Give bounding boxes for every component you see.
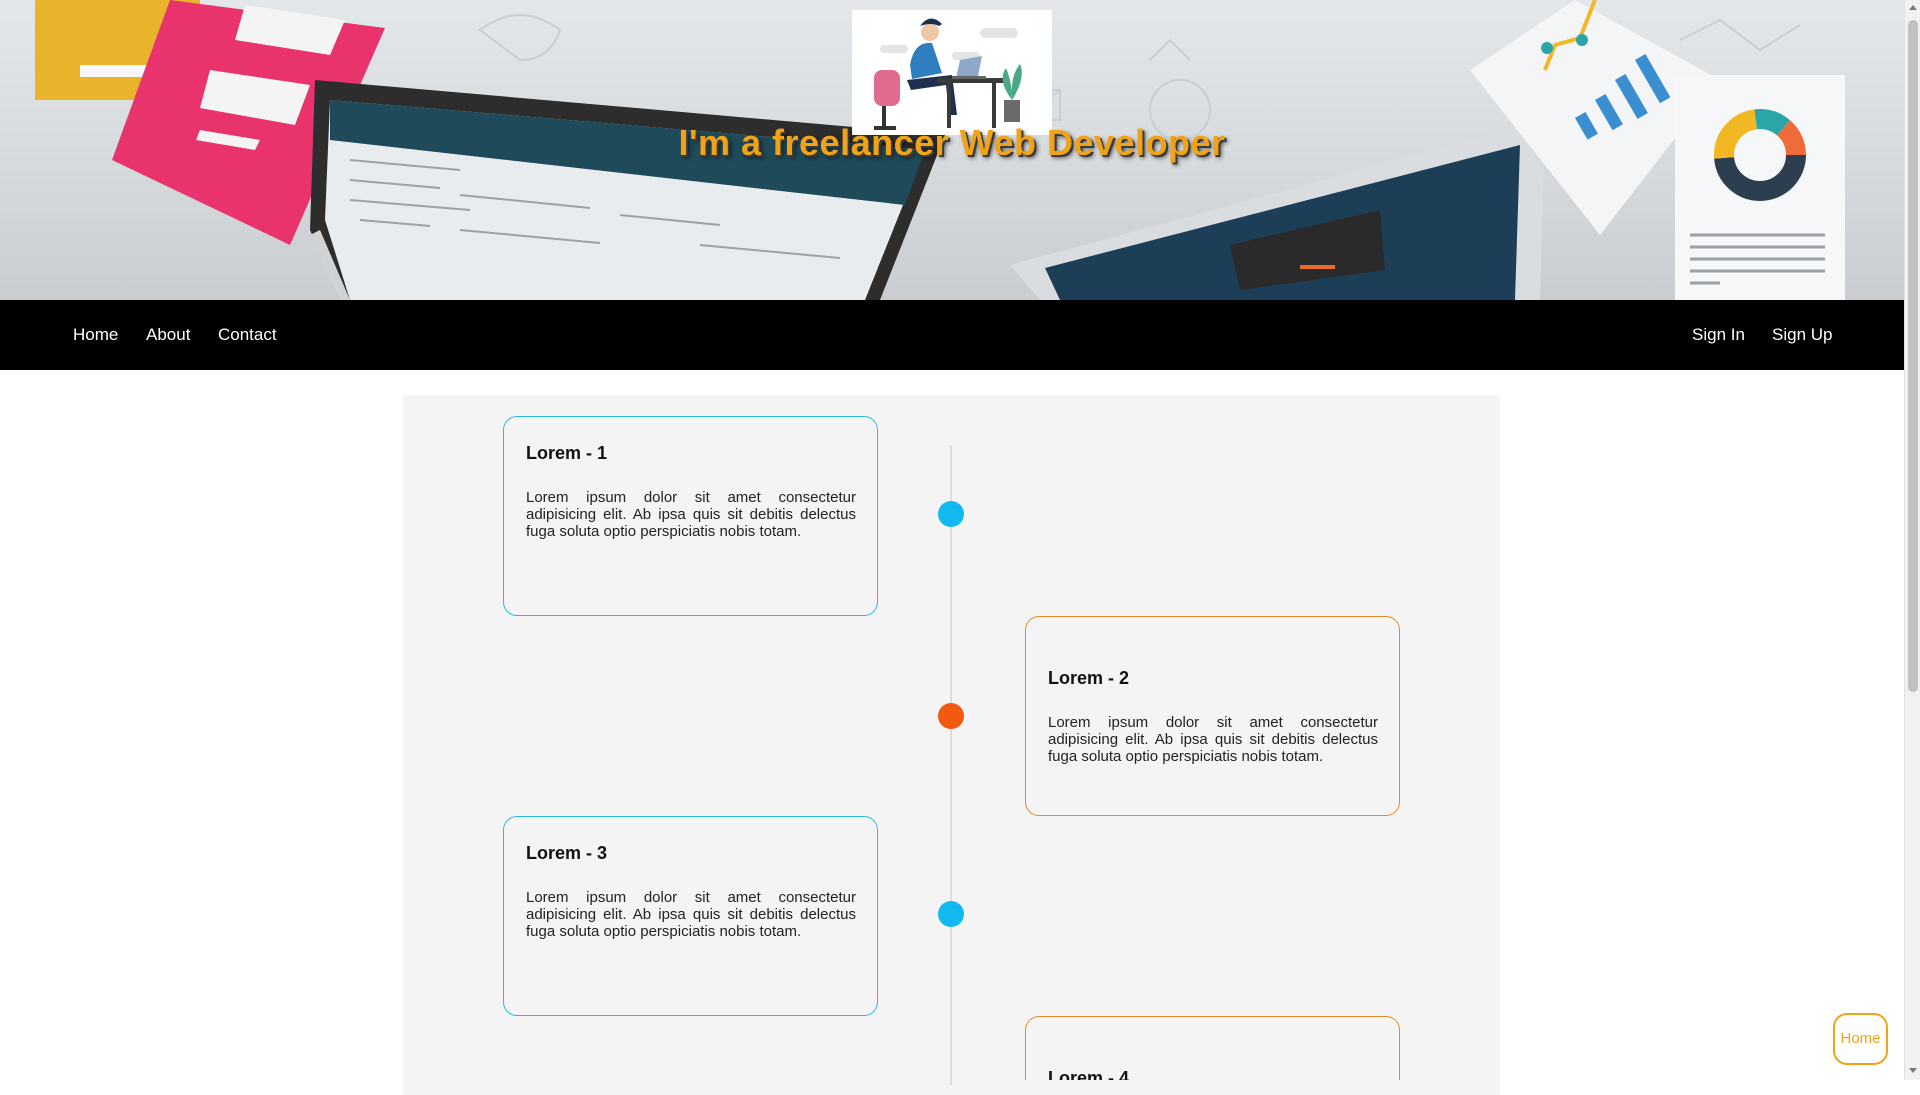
nav-home-link[interactable]: Home [73, 300, 118, 370]
timeline-card-3: Lorem - 3 Lorem ipsum dolor sit amet con… [503, 816, 878, 1016]
hero-title: I'm a freelancer Web Developer [0, 122, 1904, 164]
card-title: Lorem - 2 [1048, 668, 1130, 688]
hero-title-text: I'm a freelancer Web Developer [678, 122, 1226, 163]
hero-banner: I'm a freelancer Web Developer [0, 0, 1904, 300]
timeline-card-1: Lorem - 1 Lorem ipsum dolor sit amet con… [503, 416, 878, 616]
scroll-down-arrow-icon[interactable] [1909, 1068, 1917, 1073]
nav-sign-up-link[interactable]: Sign Up [1772, 300, 1832, 370]
developer-logo [852, 10, 1052, 135]
timeline-dot-1 [938, 501, 964, 527]
timeline-card-4: Lorem - 4 [1025, 1016, 1400, 1080]
nav-contact-link[interactable]: Contact [218, 300, 277, 370]
scrollbar-thumb[interactable] [1908, 20, 1918, 692]
card-title: Lorem - 1 [526, 443, 608, 463]
developer-at-desk-illustration [874, 18, 1022, 130]
card-title: Lorem - 4 [1048, 1068, 1130, 1080]
card-text: Lorem ipsum dolor sit amet consectetur a… [526, 889, 856, 940]
floating-home-button[interactable]: Home [1833, 1013, 1888, 1065]
timeline-card-2: Lorem - 2 Lorem ipsum dolor sit amet con… [1025, 616, 1400, 816]
top-navbar: Home About Contact Sign In Sign Up [0, 300, 1904, 370]
nav-sign-in-link[interactable]: Sign In [1692, 300, 1745, 370]
page-scrollbar[interactable] [1904, 0, 1920, 1080]
card-text: Lorem ipsum dolor sit amet consectetur a… [1048, 714, 1378, 765]
timeline-dot-2 [938, 703, 964, 729]
nav-about-link[interactable]: About [146, 300, 190, 370]
timeline-dot-3 [938, 901, 964, 927]
timeline-line [950, 445, 952, 1085]
scroll-up-arrow-icon[interactable] [1909, 5, 1917, 10]
card-text: Lorem ipsum dolor sit amet consectetur a… [526, 489, 856, 540]
card-title: Lorem - 3 [526, 843, 608, 863]
monitor-icon [310, 80, 945, 300]
